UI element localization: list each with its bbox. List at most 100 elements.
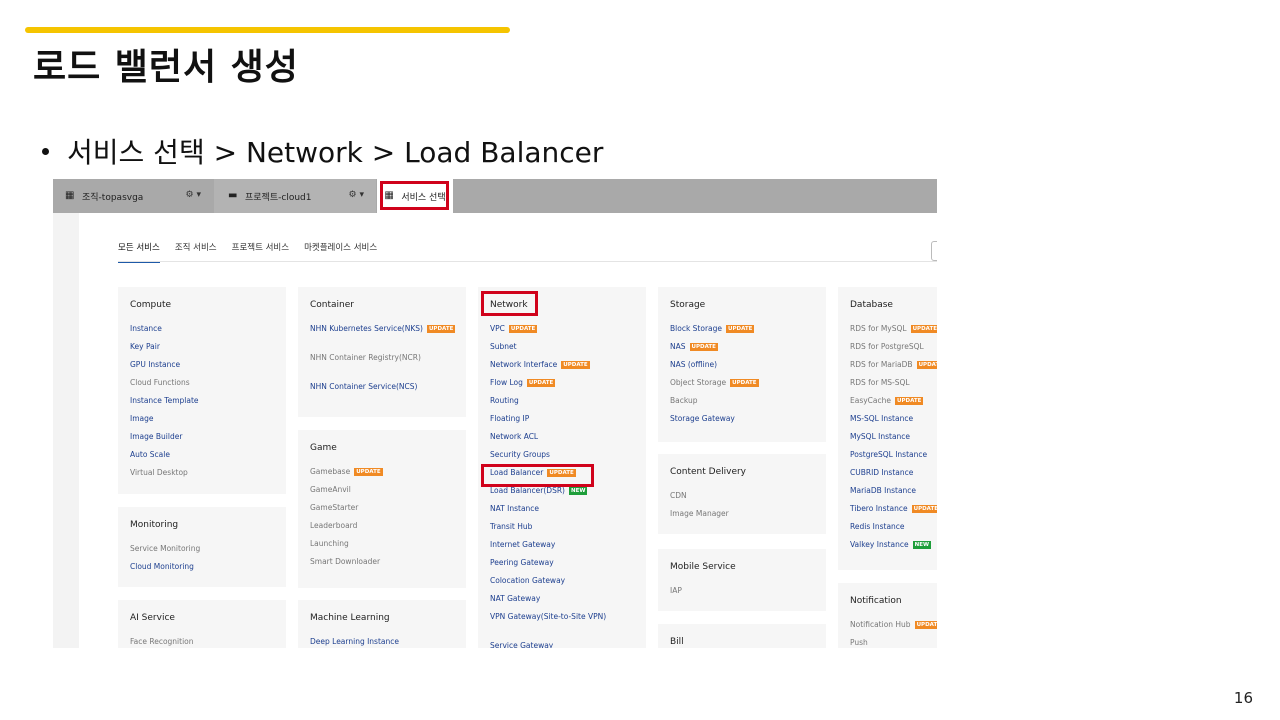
service-list: NHN Kubernetes Service(NKS) UPDATE NHN Con… — [310, 324, 456, 411]
service-item-nhn-kubernetes-service-nks[interactable]: NHN Kubernetes Service(NKS) UPDATE — [310, 324, 456, 353]
service-item-face-recognition[interactable]: Face Recognition — [130, 637, 194, 648]
service-item-key-pair[interactable]: Key Pair — [130, 342, 199, 360]
tab-all-services[interactable]: 모든 서비스 — [118, 241, 160, 263]
service-item-nhn-container-service-ncs[interactable]: NHN Container Service(NCS) — [310, 382, 455, 411]
service-item-tibero-instance[interactable]: Tibero Instance UPDATE — [850, 504, 937, 522]
service-item-label: Storage Gateway — [670, 414, 735, 423]
tab-divider — [118, 261, 937, 262]
service-item-label: Instance Template — [130, 396, 199, 405]
service-item-service-gateway[interactable]: Service Gateway — [490, 641, 606, 648]
service-item-label: GameStarter — [310, 503, 359, 512]
service-item-push[interactable]: Push — [850, 638, 937, 648]
service-item-gpu-instance[interactable]: GPU Instance — [130, 360, 199, 378]
service-item-label: Cloud Monitoring — [130, 562, 194, 571]
update-badge: UPDATE — [689, 343, 718, 351]
service-item-vpn-gateway-site-to-site-vpn[interactable]: VPN Gateway(Site-to-Site VPN) — [490, 612, 606, 641]
card-title: Container — [310, 300, 354, 310]
tab-org-services[interactable]: 조직 서비스 — [175, 241, 217, 263]
gear-dropdown-icon[interactable]: ⚙ ▾ — [349, 190, 364, 200]
load-balancer-highlight — [481, 464, 594, 487]
service-item-rds-for-ms-sql[interactable]: RDS for MS-SQL — [850, 378, 937, 396]
service-list: Block Storage UPDATE NAS UPDATE NAS (offline… — [670, 324, 759, 432]
gear-dropdown-icon[interactable]: ⚙ ▾ — [186, 190, 201, 200]
service-item-colocation-gateway[interactable]: Colocation Gateway — [490, 576, 606, 594]
service-item-backup[interactable]: Backup — [670, 396, 759, 414]
service-item-auto-scale[interactable]: Auto Scale — [130, 450, 199, 468]
service-item-nat-gateway[interactable]: NAT Gateway — [490, 594, 606, 612]
service-item-virtual-desktop[interactable]: Virtual Desktop — [130, 468, 199, 486]
card-title: Storage — [670, 300, 706, 310]
service-item-routing[interactable]: Routing — [490, 396, 606, 414]
service-item-instance[interactable]: Instance — [130, 324, 199, 342]
service-item-subnet[interactable]: Subnet — [490, 342, 606, 360]
service-item-image-builder[interactable]: Image Builder — [130, 432, 199, 450]
service-item-label: Internet Gateway — [490, 540, 556, 549]
service-item-image-manager[interactable]: Image Manager — [670, 509, 729, 527]
service-item-label: Transit Hub — [490, 522, 533, 531]
service-item-gamestarter[interactable]: GameStarter — [310, 503, 383, 521]
service-item-easycache[interactable]: EasyCache UPDATE — [850, 396, 937, 414]
side-strip — [53, 213, 79, 648]
service-list: RDS for MySQL UPDATE RDS for PostgreSQL RDS… — [850, 324, 937, 558]
tab-marketplace-services[interactable]: 마켓플레이스 서비스 — [304, 241, 377, 263]
service-item-rds-for-postgresql[interactable]: RDS for PostgreSQL — [850, 342, 937, 360]
service-item-label: Push — [850, 638, 868, 647]
card-ai-service: AI Service Face Recognition — [118, 600, 286, 648]
service-item-cloud-functions[interactable]: Cloud Functions — [130, 378, 199, 396]
service-item-label: Block Storage — [670, 324, 723, 333]
tab-project-services[interactable]: 프로젝트 서비스 — [232, 241, 289, 263]
service-item-label: CUBRID Instance — [850, 468, 914, 477]
service-item-load-balancer-dsr[interactable]: Load Balancer(DSR) NEW — [490, 486, 606, 504]
service-item-cloud-monitoring[interactable]: Cloud Monitoring — [130, 562, 200, 580]
service-item-nas-offline[interactable]: NAS (offline) — [670, 360, 759, 378]
card-title: Mobile Service — [670, 562, 736, 572]
service-item-valkey-instance[interactable]: Valkey Instance NEW — [850, 540, 937, 558]
service-item-postgresql-instance[interactable]: PostgreSQL Instance — [850, 450, 937, 468]
service-item-flow-log[interactable]: Flow Log UPDATE — [490, 378, 606, 396]
service-item-network-interface[interactable]: Network Interface UPDATE — [490, 360, 606, 378]
service-item-cubrid-instance[interactable]: CUBRID Instance — [850, 468, 937, 486]
service-item-iap[interactable]: IAP — [670, 586, 682, 604]
service-item-service-monitoring[interactable]: Service Monitoring — [130, 544, 200, 562]
update-badge: UPDATE — [911, 505, 937, 513]
service-item-label: Routing — [490, 396, 519, 405]
service-item-nat-instance[interactable]: NAT Instance — [490, 504, 606, 522]
service-item-nhn-container-registry-ncr[interactable]: NHN Container Registry(NCR) — [310, 353, 455, 382]
service-item-launching[interactable]: Launching — [310, 539, 383, 557]
service-item-floating-ip[interactable]: Floating IP — [490, 414, 606, 432]
service-item-block-storage[interactable]: Block Storage UPDATE — [670, 324, 759, 342]
service-item-leaderboard[interactable]: Leaderboard — [310, 521, 383, 539]
service-item-internet-gateway[interactable]: Internet Gateway — [490, 540, 606, 558]
service-item-label: Network Interface — [490, 360, 558, 369]
service-item-peering-gateway[interactable]: Peering Gateway — [490, 558, 606, 576]
update-badge: UPDATE — [426, 325, 456, 333]
service-item-ms-sql-instance[interactable]: MS-SQL Instance — [850, 414, 937, 432]
service-item-mysql-instance[interactable]: MySQL Instance — [850, 432, 937, 450]
service-item-image[interactable]: Image — [130, 414, 199, 432]
search-input[interactable] — [931, 241, 937, 261]
service-list: Instance Key Pair GPU Instance Cloud Functi… — [130, 324, 199, 486]
service-item-storage-gateway[interactable]: Storage Gateway — [670, 414, 759, 432]
service-item-mariadb-instance[interactable]: MariaDB Instance — [850, 486, 937, 504]
card-storage: Storage Block Storage UPDATE NAS UPDATE NAS (… — [658, 287, 826, 442]
service-item-cdn[interactable]: CDN — [670, 491, 729, 509]
service-item-rds-for-mysql[interactable]: RDS for MySQL UPDATE — [850, 324, 937, 342]
service-item-nas[interactable]: NAS UPDATE — [670, 342, 759, 360]
org-selector[interactable]: ▦ 조직-topasvga ⚙ ▾ — [53, 179, 213, 213]
service-item-gamebase[interactable]: Gamebase UPDATE — [310, 467, 383, 485]
service-item-redis-instance[interactable]: Redis Instance — [850, 522, 937, 540]
service-item-transit-hub[interactable]: Transit Hub — [490, 522, 606, 540]
service-item-deep-learning-instance[interactable]: Deep Learning Instance — [310, 637, 399, 648]
service-item-rds-for-mariadb[interactable]: RDS for MariaDBUPDATE — [850, 360, 937, 378]
service-list: IAP — [670, 586, 682, 604]
service-item-gameanvil[interactable]: GameAnvil — [310, 485, 383, 503]
service-item-object-storage[interactable]: Object Storage UPDATE — [670, 378, 759, 396]
building-icon: ▦ — [65, 190, 75, 201]
service-item-network-acl[interactable]: Network ACL — [490, 432, 606, 450]
service-item-vpc[interactable]: VPC UPDATE — [490, 324, 606, 342]
service-item-notification-hub[interactable]: Notification HubUPDATE — [850, 620, 937, 638]
service-item-instance-template[interactable]: Instance Template — [130, 396, 199, 414]
service-item-label: Colocation Gateway — [490, 576, 566, 585]
project-selector[interactable]: ▬ 프로젝트-cloud1 ⚙ ▾ — [214, 179, 376, 213]
service-item-smart-downloader[interactable]: Smart Downloader — [310, 557, 383, 575]
